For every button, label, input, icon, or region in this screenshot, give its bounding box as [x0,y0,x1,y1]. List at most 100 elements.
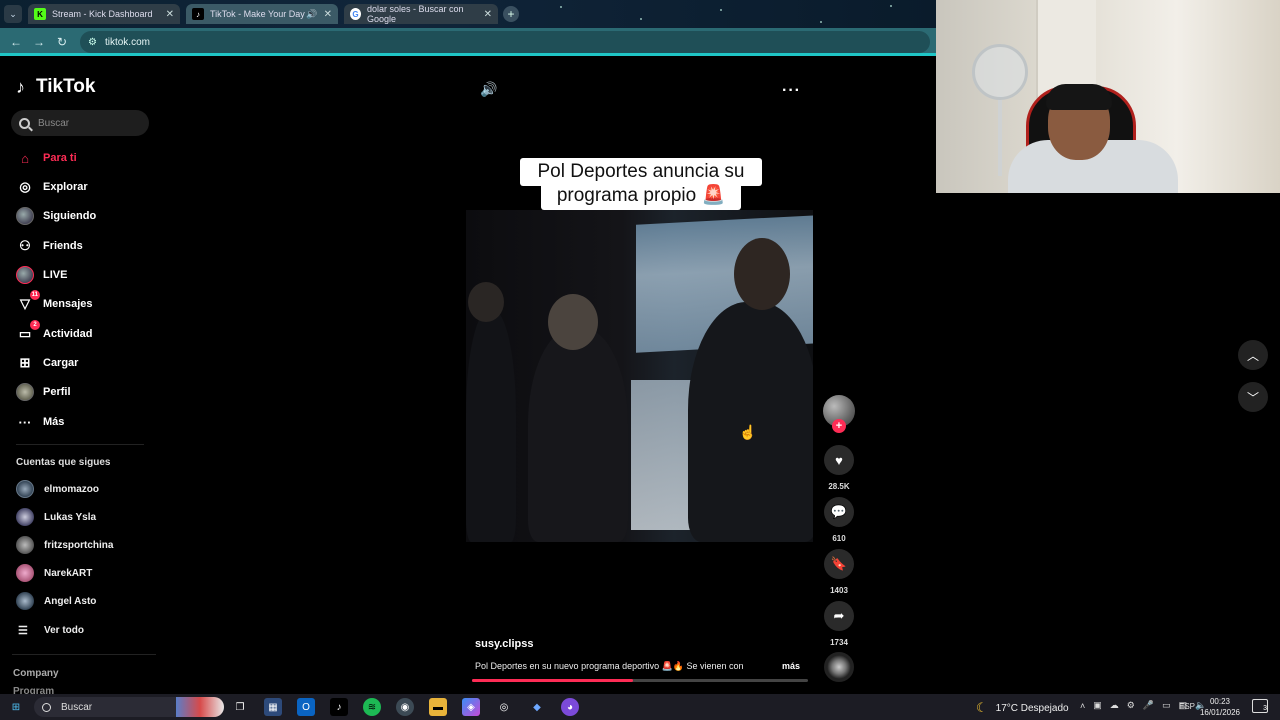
store-icon[interactable]: ▦ [264,698,282,716]
followed-account[interactable]: elmomazoo [16,479,99,499]
mic-icon[interactable]: 🎤 [1143,700,1154,711]
nav-actividad[interactable]: ▭ 2 Actividad [16,320,93,345]
display-icon[interactable]: ▭ [1162,700,1171,711]
share-icon[interactable]: ➦ [824,601,854,631]
forward-icon[interactable]: → [31,34,47,50]
notification-icon[interactable]: 3 [1252,699,1268,713]
url-text: tiktok.com [104,36,150,48]
chevron-up-icon[interactable]: ˄ [1080,701,1085,711]
video-person-head [548,294,598,350]
chrome-icon[interactable]: ◉ [396,698,414,716]
nav-perfil[interactable]: Perfil [16,381,71,403]
url-input[interactable]: ⚙ tiktok.com [80,31,930,53]
app-diamond-icon[interactable]: ◆ [528,698,546,716]
close-tab-icon[interactable]: ✕ [324,9,332,20]
heart-icon[interactable]: ♥ [824,445,854,475]
nav-explorar[interactable]: ◎ Explorar [16,176,88,198]
nav-label: Explorar [43,181,88,193]
site-info-icon[interactable]: ⚙ [88,37,97,48]
logo-text: TikTok [36,76,96,97]
copilot-icon[interactable]: ◈ [462,698,480,716]
tab-kick-dashboard[interactable]: K Stream - Kick Dashboard ✕ [28,4,180,24]
footer-company-link[interactable]: Company [13,668,59,679]
obs-icon[interactable]: ◎ [495,698,513,716]
webcam-person-hair [1046,84,1112,110]
search-highlight-image [176,697,224,717]
nav-live[interactable]: LIVE [16,264,67,286]
video-person [688,302,813,542]
video-person [466,310,516,542]
likes-count: 28.5K [828,482,850,491]
like-action[interactable]: ♥ 28.5K [823,445,855,491]
video-person-head [734,238,790,310]
video-progress-bar[interactable] [472,679,808,682]
nav-mensajes[interactable]: ▽ 11 Mensajes [16,290,93,315]
hand-cursor-icon: ☝ [739,424,757,440]
video-frame[interactable] [466,210,813,542]
taskbar-clock[interactable]: 00:23 16/01/2026 [1198,696,1242,718]
nav-label: Cargar [43,357,79,369]
next-video-button[interactable]: ﹀ [1238,382,1268,412]
tray-app-icon[interactable]: ▣ [1093,700,1102,711]
followed-account[interactable]: fritzsportchina [16,535,113,555]
file-explorer-icon[interactable]: ▬ [429,698,447,716]
tiktok-logo[interactable]: ♪ TikTok [16,76,95,98]
search-input[interactable] [38,117,138,129]
cloud-icon[interactable]: ☁ [1110,700,1119,711]
followed-account[interactable]: Angel Asto [16,591,96,611]
tab-title: dolar soles - Buscar con Google [366,4,464,24]
saves-count: 1403 [830,586,848,595]
video-username[interactable]: susy.clipss [475,638,534,650]
nav-siguiendo[interactable]: Siguiendo [16,205,96,227]
language-indicator[interactable]: ESP [1179,702,1195,711]
weather-widget[interactable]: ☾ 17°C Despejado [976,700,1069,716]
previous-video-button[interactable]: ︿ [1238,340,1268,370]
tab-title: Stream - Kick Dashboard [52,9,153,19]
back-icon[interactable]: ← [8,34,24,50]
outlook-icon[interactable]: O [297,698,315,716]
volume-icon[interactable]: 🔊 [480,80,498,98]
more-options-icon[interactable]: ··· [782,82,801,100]
close-tab-icon[interactable]: ✕ [166,9,174,20]
following-avatar-icon [16,207,34,225]
settings-icon[interactable]: ⚙ [1127,700,1135,711]
nav-cargar[interactable]: ⊞ Cargar [16,352,79,374]
followed-account[interactable]: NarekART [16,563,92,583]
see-all-link[interactable]: ☰ Ver todo [18,620,84,640]
discord-icon[interactable]: ◕ [561,698,579,716]
compass-icon: ◎ [19,179,31,194]
tab-tiktok[interactable]: ♪ TikTok - Make Your Day 🔊 ✕ [186,4,338,24]
music-disc-icon[interactable] [824,652,854,682]
address-bar-row: ← → ↻ ⚙ tiktok.com [0,28,936,56]
video-caption-line: programa propio 🚨 [541,184,741,210]
weather-text: 17°C Despejado [995,702,1069,714]
close-tab-icon[interactable]: ✕ [484,9,492,20]
profile-avatar-icon [16,383,34,401]
home-icon: ⌂ [21,150,29,166]
reload-icon[interactable]: ↻ [54,34,70,50]
comment-icon[interactable]: 💬 [824,497,854,527]
more-description-link[interactable]: más [782,661,800,671]
nav-para-ti[interactable]: ⌂ Para ti [16,147,77,169]
account-name: Angel Asto [44,595,97,607]
tab-search-icon[interactable]: ⌄ [4,5,22,23]
follow-plus-icon[interactable]: + [832,419,846,433]
nav-friends[interactable]: ⚇ Friends [16,235,83,257]
search-box[interactable] [11,110,149,136]
bookmark-icon[interactable]: 🔖 [824,549,854,579]
new-tab-button[interactable]: + [503,6,519,22]
comment-action[interactable]: 💬 610 [823,497,855,543]
spotify-icon[interactable]: ≋ [363,698,381,716]
followed-account[interactable]: Lukas Ysla [16,507,96,527]
tiktok-app-icon[interactable]: ♪ [330,698,348,716]
shares-count: 1734 [830,638,848,647]
tab-google-search[interactable]: G dolar soles - Buscar con Google ✕ [344,4,498,24]
share-action[interactable]: ➦ 1734 [823,601,855,647]
taskbar-search[interactable]: Buscar [34,697,224,717]
task-view-icon[interactable]: ❐ [231,698,249,716]
windows-start-icon[interactable]: ⊞ [7,698,25,716]
save-action[interactable]: 🔖 1403 [823,549,855,595]
nav-mas[interactable]: ··· Más [16,411,65,433]
tab-audio-icon[interactable]: 🔊 [306,9,317,20]
friends-icon: ⚇ [19,238,31,253]
